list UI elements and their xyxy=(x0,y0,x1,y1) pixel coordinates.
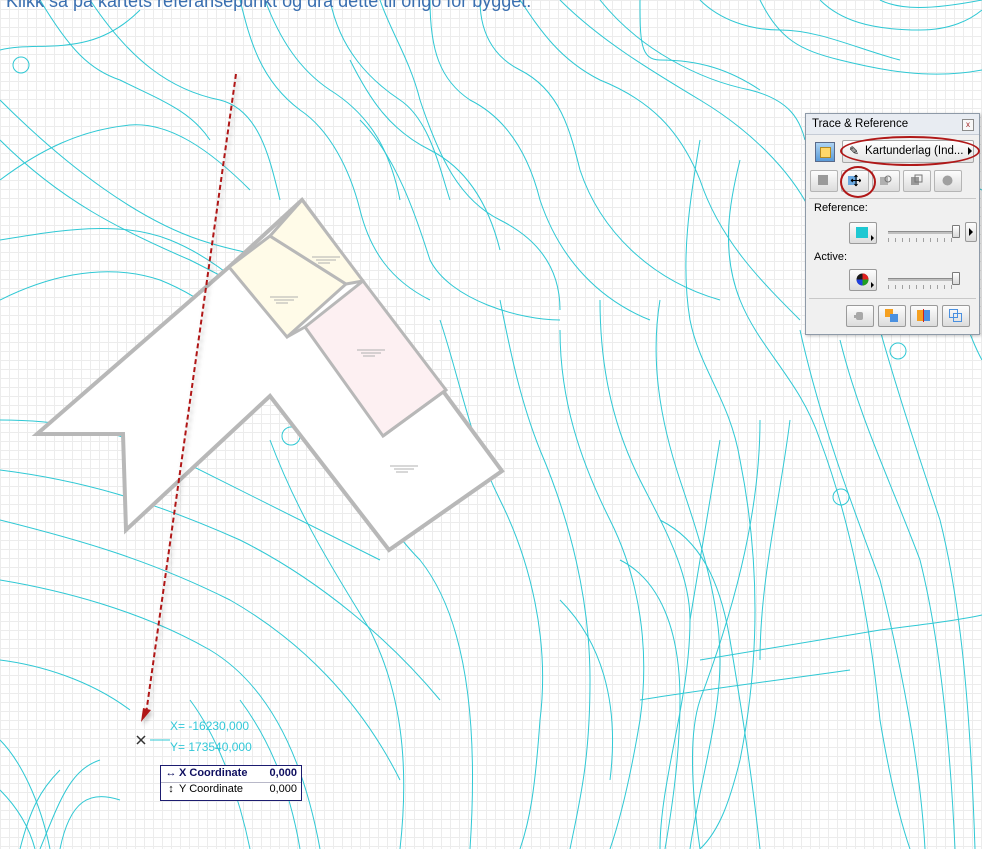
reset-reference-icon xyxy=(942,175,953,186)
hand-icon xyxy=(854,312,863,320)
reference-expand-button[interactable] xyxy=(965,222,977,242)
trace-toggle-icon[interactable] xyxy=(815,142,835,162)
vertical-arrow-icon: ↕ xyxy=(168,783,174,795)
instruction-caption: Klikk så på kartets referansepunkt og dr… xyxy=(6,0,532,11)
rotate-reference-button[interactable] xyxy=(872,170,900,192)
y-coordinate-value[interactable]: 0,000 xyxy=(269,783,297,795)
x-coordinate-row[interactable]: ↔ X Coordinate 0,000 xyxy=(161,767,301,783)
y-readout: Y= 173540,000 xyxy=(170,740,252,754)
active-color-button[interactable] xyxy=(849,269,877,291)
highlight-oval-move xyxy=(840,166,876,198)
palette-divider xyxy=(809,198,976,199)
reference-slider-thumb[interactable] xyxy=(952,225,960,238)
split-button[interactable] xyxy=(910,305,938,327)
overlay-icon xyxy=(949,309,962,322)
tracker-crosshair xyxy=(136,735,170,745)
active-opacity-slider[interactable] xyxy=(888,278,958,281)
x-coordinate-value[interactable]: 0,000 xyxy=(269,767,297,779)
palette-title-bar[interactable]: Trace & Reference x xyxy=(806,114,979,135)
caret-icon xyxy=(871,282,874,288)
palette-divider xyxy=(809,298,976,299)
active-slider-thumb[interactable] xyxy=(952,272,960,285)
drawing-canvas[interactable]: Klikk så på kartets referansepunkt og dr… xyxy=(0,0,982,849)
caret-icon xyxy=(871,235,874,241)
rotate-reference-icon xyxy=(880,175,892,185)
close-icon[interactable]: x xyxy=(962,119,974,131)
hand-button[interactable] xyxy=(846,305,874,327)
color-wheel-icon xyxy=(856,273,869,286)
show-reference-button[interactable] xyxy=(810,170,838,192)
active-slider-ticks xyxy=(888,285,958,289)
switch-reference-button[interactable] xyxy=(903,170,931,192)
show-reference-icon xyxy=(818,175,828,185)
reset-reference-button[interactable] xyxy=(934,170,962,192)
active-label: Active: xyxy=(814,251,848,263)
reference-slider-ticks xyxy=(888,238,958,242)
compare-button[interactable] xyxy=(878,305,906,327)
reference-color-swatch xyxy=(856,227,868,238)
trace-reference-palette[interactable]: Trace & Reference x ✎ Kartunderlag (Ind.… xyxy=(805,113,980,335)
reference-color-button[interactable] xyxy=(849,222,877,244)
building-plan xyxy=(31,197,505,553)
reference-label: Reference: xyxy=(814,202,868,214)
y-coordinate-row[interactable]: ↕ Y Coordinate 0,000 xyxy=(161,783,301,798)
overlay-button[interactable] xyxy=(942,305,970,327)
highlight-oval-dropdown xyxy=(840,136,980,166)
compare-icon xyxy=(885,309,898,322)
x-coordinate-label: X Coordinate xyxy=(179,767,248,779)
coordinate-input-box[interactable]: ↔ X Coordinate 0,000 ↕ Y Coordinate 0,00… xyxy=(160,765,302,801)
horizontal-arrow-icon: ↔ xyxy=(165,767,177,779)
switch-reference-icon xyxy=(911,174,923,185)
y-coordinate-label: Y Coordinate xyxy=(179,783,244,795)
split-icon xyxy=(917,309,930,322)
reference-opacity-slider[interactable] xyxy=(888,231,958,234)
palette-title: Trace & Reference xyxy=(812,118,909,130)
x-readout: X= -16230,000 xyxy=(170,719,250,733)
